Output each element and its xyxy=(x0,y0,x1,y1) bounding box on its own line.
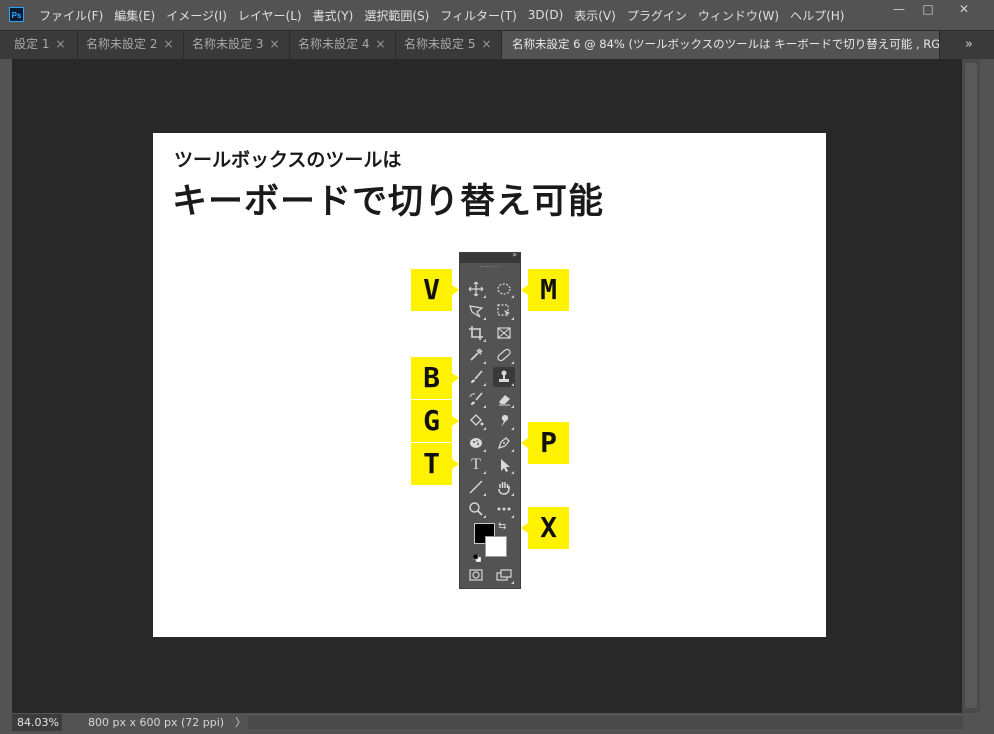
collapse-icon: » xyxy=(512,250,517,259)
panel-dock-edge xyxy=(980,59,994,734)
tab-document-1[interactable]: 設定 1 × xyxy=(12,31,78,59)
tab-document-4[interactable]: 名称未設定 4 × xyxy=(290,31,396,59)
document-heading-small: ツールボックスのツールは xyxy=(174,149,402,171)
background-color-swatch xyxy=(485,536,507,557)
screen-mode-icon xyxy=(493,565,515,585)
pen-icon xyxy=(493,433,515,453)
menu-layer[interactable]: レイヤー(L) xyxy=(238,7,302,24)
vertical-scroll-thumb[interactable] xyxy=(965,63,977,708)
smudge-icon xyxy=(493,411,515,431)
tab-document-3[interactable]: 名称未設定 3 × xyxy=(184,31,290,59)
zoom-level-field[interactable]: 84.03% xyxy=(12,714,62,731)
swap-colors-icon: ⇆ xyxy=(498,521,507,532)
bandage-icon xyxy=(493,345,515,365)
magnifier-icon xyxy=(465,499,487,519)
move-icon xyxy=(465,279,487,299)
brush-icon xyxy=(465,367,487,387)
menu-help[interactable]: ヘルプ(H) xyxy=(790,7,844,24)
hand-icon xyxy=(493,477,515,497)
tab-close-icon[interactable]: × xyxy=(55,37,65,51)
document-tab-bar: 設定 1 × 名称未設定 2 × 名称未設定 3 × 名称未設定 4 × 名称未設定 5… xyxy=(0,30,994,59)
menu-window[interactable]: ウィンドウ(W) xyxy=(698,7,779,24)
tab-label: 設定 1 xyxy=(14,37,50,51)
status-bar: 84.03% 800 px x 600 px (72 ppi) 〉 xyxy=(0,713,994,734)
tab-label: 名称未設定 3 xyxy=(192,37,264,51)
tab-document-2[interactable]: 名称未設定 2 × xyxy=(78,31,184,59)
history-brush-icon xyxy=(465,389,487,409)
status-menu-arrow-icon[interactable]: 〉 xyxy=(235,714,246,731)
document-canvas[interactable]: ツールボックスのツールは キーボードで切り替え可能 » T ⇆ V B G T … xyxy=(153,133,826,637)
menu-image[interactable]: イメージ(I) xyxy=(166,7,227,24)
menu-items: ファイル(F) 編集(E) イメージ(I) レイヤー(L) 書式(Y) 選択範囲… xyxy=(39,0,855,30)
toolbox-header: » xyxy=(460,250,520,263)
shortcut-label-x: X xyxy=(521,507,569,549)
line-icon xyxy=(465,477,487,497)
tab-document-5[interactable]: 名称未設定 5 × xyxy=(396,31,502,59)
document-heading-large: キーボードで切り替え可能 xyxy=(172,182,605,222)
close-window-button[interactable]: ✕ xyxy=(944,0,984,18)
menu-filter[interactable]: フィルター(T) xyxy=(440,7,516,24)
menu-bar: Ps ファイル(F) 編集(E) イメージ(I) レイヤー(L) 書式(Y) 選… xyxy=(0,0,994,30)
eraser-icon xyxy=(493,389,515,409)
menu-select[interactable]: 選択範囲(S) xyxy=(364,7,429,24)
shortcut-label-t: T xyxy=(411,443,459,485)
type-icon: T xyxy=(465,455,487,475)
tab-label: 名称未設定 6 @ 84% (ツールボックスのツールは キーボードで切り替え可能… xyxy=(512,37,940,51)
crop-icon xyxy=(465,323,487,343)
quick-mask-icon xyxy=(465,565,487,585)
tab-close-icon[interactable]: × xyxy=(269,37,279,51)
horizontal-scrollbar[interactable] xyxy=(248,716,963,729)
toolbox-panel: » T ⇆ xyxy=(459,250,521,589)
tab-label: 名称未設定 4 xyxy=(298,37,370,51)
menu-3d[interactable]: 3D(D) xyxy=(528,8,563,22)
bucket-icon xyxy=(465,411,487,431)
default-colors-icon xyxy=(472,547,482,563)
maximize-button[interactable]: □ xyxy=(911,0,945,18)
menu-edit[interactable]: 編集(E) xyxy=(114,7,155,24)
tabs-overflow-button[interactable]: » xyxy=(956,31,982,59)
shortcut-label-p: P xyxy=(521,422,569,464)
sponge-icon xyxy=(465,433,487,453)
shortcut-label-m: M xyxy=(521,269,569,311)
ellipse-marquee-icon xyxy=(493,279,515,299)
grip-icon xyxy=(480,266,500,269)
shortcut-label-v: V xyxy=(411,269,459,311)
tab-document-6-active[interactable]: 名称未設定 6 @ 84% (ツールボックスのツールは キーボードで切り替え可能… xyxy=(502,31,940,59)
tab-label: 名称未設定 2 xyxy=(86,37,158,51)
menu-view[interactable]: 表示(V) xyxy=(574,7,616,24)
object-selection-icon xyxy=(493,301,515,321)
menu-plugins[interactable]: プラグイン xyxy=(627,7,687,24)
tab-label: 名称未設定 5 xyxy=(404,37,476,51)
tab-close-icon[interactable]: × xyxy=(481,37,491,51)
ellipsis-icon xyxy=(493,499,515,519)
shortcut-label-b: B xyxy=(411,357,459,399)
lasso-icon xyxy=(465,301,487,321)
menu-file[interactable]: ファイル(F) xyxy=(39,7,103,24)
type-tool-glyph: T xyxy=(471,456,481,473)
stamp-icon xyxy=(493,367,515,387)
menu-type[interactable]: 書式(Y) xyxy=(313,7,354,24)
document-info: 800 px x 600 px (72 ppi) xyxy=(88,716,225,729)
photoshop-logo[interactable]: Ps xyxy=(9,7,24,22)
shortcut-label-g: G xyxy=(411,400,459,442)
arrow-icon xyxy=(493,455,515,475)
eyedropper-icon xyxy=(465,345,487,365)
frame-icon xyxy=(493,323,515,343)
tab-close-icon[interactable]: × xyxy=(375,37,385,51)
tab-close-icon[interactable]: × xyxy=(163,37,173,51)
